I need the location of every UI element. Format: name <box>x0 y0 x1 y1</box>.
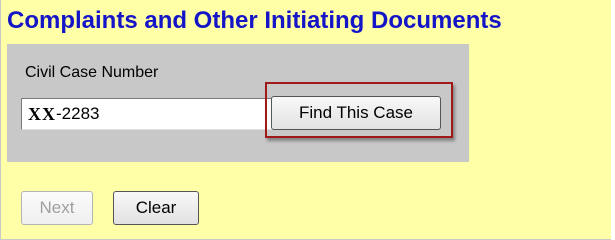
next-button[interactable]: Next <box>21 191 93 225</box>
case-number-panel: Civil Case Number XX -2283 Find This Case <box>7 44 469 162</box>
page-background: Complaints and Other Initiating Document… <box>0 0 611 240</box>
case-number-label: Civil Case Number <box>25 64 159 81</box>
case-number-input[interactable]: XX -2283 <box>21 98 273 130</box>
page-title: Complaints and Other Initiating Document… <box>7 7 502 34</box>
find-this-case-button[interactable]: Find This Case <box>271 96 441 130</box>
case-number-suffix: -2283 <box>56 104 100 123</box>
clear-button[interactable]: Clear <box>113 191 199 225</box>
case-number-prefix: XX <box>28 103 56 124</box>
